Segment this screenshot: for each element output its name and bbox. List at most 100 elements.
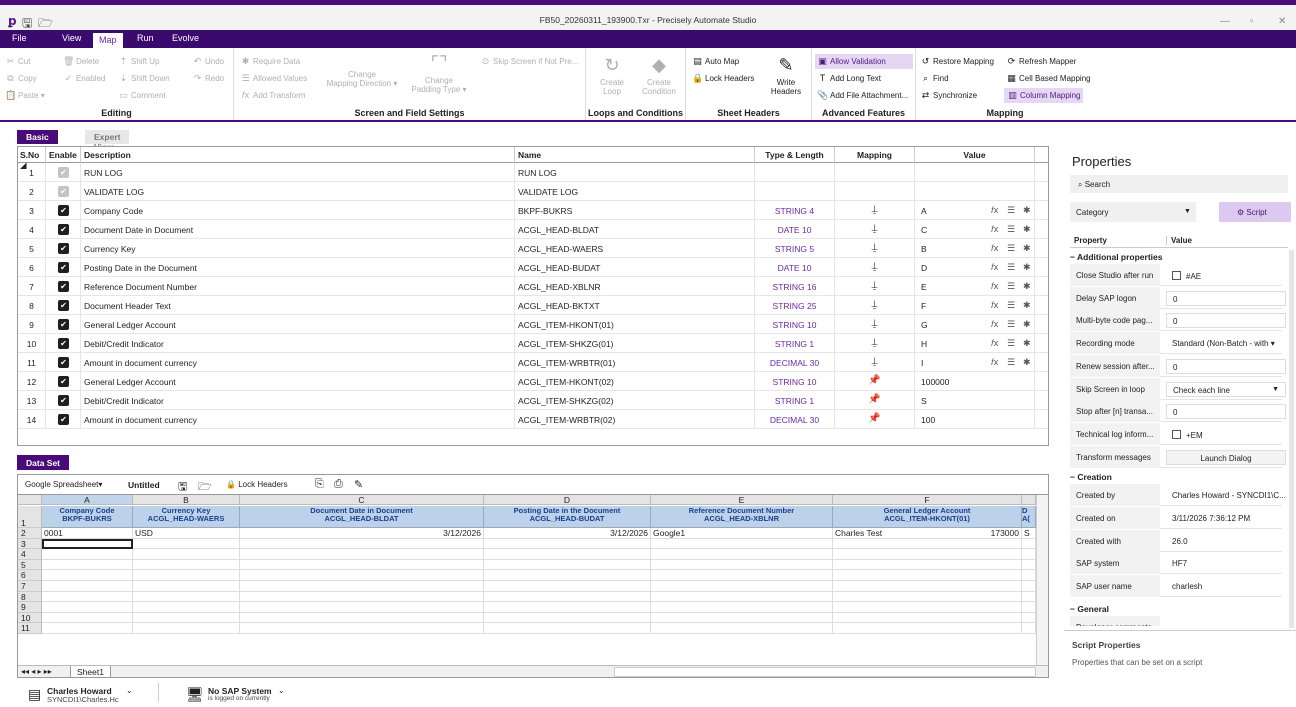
header-cell[interactable]: Currency Key ACGL_HEAD-WAERS bbox=[133, 506, 240, 528]
paste-button[interactable]: 📋 Paste ▾ bbox=[5, 90, 45, 101]
value-cell[interactable]: 100 bbox=[915, 410, 1035, 429]
col-header-sno[interactable]: S.No ◢ bbox=[18, 147, 46, 170]
enable-checkbox[interactable]: ✔ bbox=[58, 205, 69, 216]
col-header-mapping[interactable]: Mapping bbox=[835, 147, 915, 163]
property-row[interactable]: SAP user name charlesh bbox=[1070, 575, 1282, 598]
data-cell[interactable] bbox=[651, 602, 833, 613]
close-button[interactable]: ✕ bbox=[1278, 16, 1286, 27]
corner-cell[interactable] bbox=[18, 495, 42, 505]
shift-up-button[interactable]: ⇡ Shift Up bbox=[118, 56, 160, 67]
header-cell-partial[interactable]: D A( bbox=[1022, 506, 1036, 528]
data-cell[interactable] bbox=[42, 549, 133, 560]
fx-icon[interactable]: 𝑓x bbox=[991, 357, 998, 368]
enable-checkbox[interactable]: ✔ bbox=[58, 300, 69, 311]
export-icon[interactable]: ⎙ bbox=[334, 478, 343, 491]
category-dropdown[interactable]: Category ▼ bbox=[1070, 202, 1196, 222]
checkbox[interactable] bbox=[1172, 271, 1181, 280]
data-cell[interactable] bbox=[651, 623, 833, 634]
data-cell[interactable] bbox=[651, 570, 833, 581]
property-value[interactable]: Standard (Non-Batch - with ▾ bbox=[1166, 336, 1286, 351]
data-cell[interactable]: 0001 bbox=[42, 528, 133, 539]
enable-checkbox[interactable]: ✔ bbox=[58, 395, 69, 406]
comment-button[interactable]: ▭ Comment bbox=[118, 90, 165, 101]
redo-button[interactable]: ↷ Redo bbox=[192, 73, 224, 84]
table-row[interactable]: 5 ✔ Currency Key ACGL_HEAD-WAERS STRING 5 ⍊ B𝑓… bbox=[18, 239, 1048, 258]
add-file-attachment-button[interactable]: 📎 Add File Attachment... bbox=[817, 90, 908, 101]
property-row[interactable]: Created by Charles Howard - SYNCDI1\C... bbox=[1070, 484, 1286, 507]
mapping-cell[interactable]: ⍊ bbox=[835, 220, 915, 239]
enable-checkbox[interactable]: ✔ bbox=[58, 338, 69, 349]
delete-button[interactable]: 🗑 Delete bbox=[63, 56, 99, 67]
mapping-cell[interactable]: 📌 bbox=[835, 372, 915, 391]
mapping-cell[interactable]: ⍊ bbox=[835, 239, 915, 258]
table-row[interactable]: 6 ✔ Posting Date in the Document ACGL_HEAD-… bbox=[18, 258, 1048, 277]
table-row[interactable]: 2 ✔ VALIDATE LOG VALIDATE LOG bbox=[18, 182, 1048, 201]
data-cell[interactable] bbox=[833, 581, 1022, 592]
column-mapping-button[interactable]: ▥ Column Mapping bbox=[1004, 88, 1084, 103]
property-row[interactable]: Close Studio after run #AE bbox=[1070, 264, 1282, 286]
mapping-cell[interactable]: ⍊ bbox=[835, 296, 915, 315]
table-row[interactable]: 9 ✔ General Ledger Account ACGL_ITEM-HKONT(… bbox=[18, 315, 1048, 334]
undo-button[interactable]: ↶ Undo bbox=[192, 56, 224, 67]
mapping-cell[interactable]: ⍊ bbox=[835, 353, 915, 372]
data-cell[interactable] bbox=[651, 549, 833, 560]
change-padding-type-button[interactable]: ⌜⌝ Change Padding Type ▾ bbox=[404, 52, 474, 94]
asterisk-icon[interactable]: ✱ bbox=[1023, 243, 1031, 254]
value-cell[interactable]: 100000 bbox=[915, 372, 1035, 391]
properties-scrollbar[interactable] bbox=[1289, 250, 1294, 628]
row-header[interactable]: 5 bbox=[18, 559, 42, 571]
value-cell[interactable]: E𝑓x ☰ ✱ bbox=[915, 277, 1035, 296]
table-row[interactable]: 3 ✔ Company Code BKPF-BUKRS STRING 4 ⍊ A𝑓x ☰ ✱ bbox=[18, 201, 1048, 220]
data-cell[interactable] bbox=[833, 591, 1022, 603]
copy-button[interactable]: ⧉ Copy bbox=[5, 73, 36, 84]
column-header[interactable]: A bbox=[42, 495, 133, 505]
table-row[interactable]: 4 ✔ Document Date in Document ACGL_HEAD-BLD… bbox=[18, 220, 1048, 239]
property-dropdown[interactable]: Check each line ▼ bbox=[1166, 381, 1286, 397]
tab-basic-view[interactable]: Basic View bbox=[17, 130, 58, 152]
write-headers-button[interactable]: ✎ Write Headers bbox=[766, 54, 806, 96]
change-mapping-direction-button[interactable]: Change Mapping Direction ▾ bbox=[322, 70, 402, 88]
add-long-text-button[interactable]: T Add Long Text bbox=[817, 73, 881, 83]
column-header[interactable]: F bbox=[833, 495, 1022, 505]
enable-checkbox[interactable]: ✔ bbox=[58, 319, 69, 330]
script-button[interactable]: ⚙ Script bbox=[1219, 202, 1291, 222]
property-row[interactable]: SAP system HF7 bbox=[1070, 552, 1282, 575]
minimize-button[interactable]: — bbox=[1220, 16, 1230, 27]
data-cell[interactable]: 3/12/2026 bbox=[240, 528, 484, 539]
enable-checkbox[interactable]: ✔ bbox=[58, 281, 69, 292]
import-icon[interactable]: ⎘ bbox=[315, 478, 324, 491]
header-cell[interactable]: Posting Date in the Document ACGL_HEAD-BU… bbox=[484, 506, 651, 528]
value-cell[interactable]: C𝑓x ☰ ✱ bbox=[915, 220, 1035, 239]
property-value[interactable]: 0 bbox=[1166, 404, 1286, 420]
asterisk-icon[interactable]: ✱ bbox=[1023, 281, 1031, 292]
asterisk-icon[interactable]: ✱ bbox=[1023, 357, 1031, 368]
menu-view[interactable]: View bbox=[62, 33, 81, 43]
data-cell[interactable] bbox=[484, 570, 651, 581]
fx-icon[interactable]: 𝑓x bbox=[991, 224, 998, 235]
data-cell-partial[interactable] bbox=[1022, 549, 1036, 560]
allow-validation-button[interactable]: ▣ Allow Validation bbox=[815, 54, 913, 69]
list-icon[interactable]: ☰ bbox=[1007, 357, 1015, 368]
data-cell[interactable] bbox=[484, 591, 651, 603]
row-header[interactable]: 6 bbox=[18, 570, 42, 581]
data-cell[interactable] bbox=[240, 612, 484, 624]
data-cell[interactable] bbox=[133, 549, 240, 560]
property-value[interactable]: 0 bbox=[1166, 290, 1286, 306]
property-value[interactable]: 0 bbox=[1166, 313, 1286, 329]
data-cell[interactable] bbox=[42, 612, 133, 624]
section-creation[interactable]: − Creation bbox=[1070, 472, 1112, 482]
value-cell[interactable]: D𝑓x ☰ ✱ bbox=[915, 258, 1035, 277]
data-cell[interactable] bbox=[651, 581, 833, 592]
table-row[interactable]: 10 ✔ Debit/Credit Indicator ACGL_ITEM-SHKZG… bbox=[18, 334, 1048, 353]
data-cell[interactable] bbox=[42, 623, 133, 634]
column-header[interactable]: E bbox=[651, 495, 833, 505]
data-cell[interactable] bbox=[833, 570, 1022, 581]
list-icon[interactable]: ☰ bbox=[1007, 262, 1015, 273]
data-cell[interactable]: 173000 bbox=[833, 528, 1022, 539]
data-cell[interactable] bbox=[42, 602, 133, 613]
cut-button[interactable]: ✂ Cut bbox=[5, 56, 31, 67]
property-row[interactable]: Skip Screen in loop Check each line ▼ bbox=[1070, 377, 1286, 400]
row-header[interactable]: 8 bbox=[18, 591, 42, 603]
value-cell[interactable]: H𝑓x ☰ ✱ bbox=[915, 334, 1035, 353]
data-cell[interactable] bbox=[240, 602, 484, 613]
